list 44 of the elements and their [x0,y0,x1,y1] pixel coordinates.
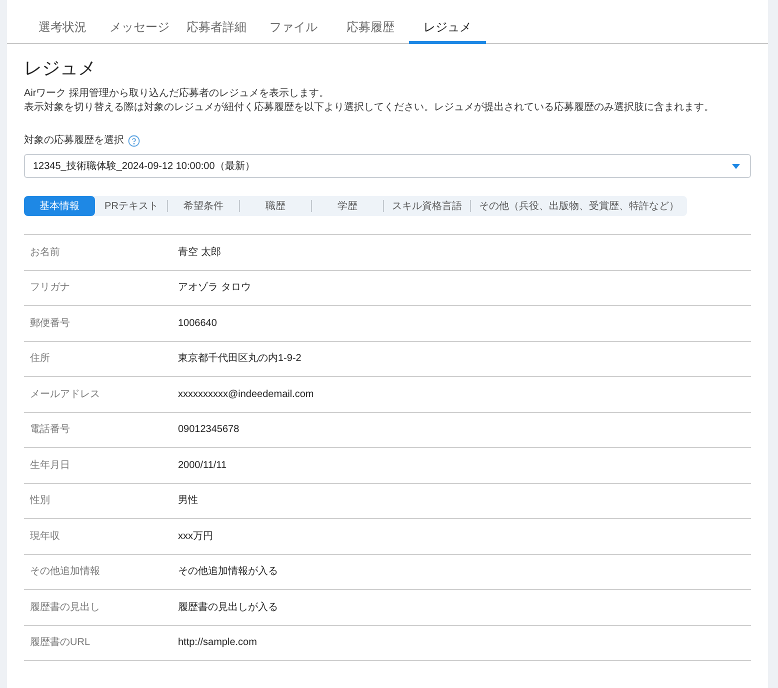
field-value: 2000/11/11 [178,458,227,473]
field-label: 現年収 [30,530,60,544]
section-tab[interactable]: スキル資格言語 [384,196,470,216]
field-value: その他追加情報が入る [178,564,278,580]
field-label: 電話番号 [30,422,70,438]
field-label: 生年月日 [30,458,70,473]
description-text: Airワーク 採用管理から取り込んだ応募者のレジュメを表示します。 [24,87,329,101]
dropdown-caret-icon [732,164,740,168]
section-tab[interactable]: その他（兵役、出版物、受賞歴、特許など） [471,196,687,216]
tab[interactable]: レジュメ [409,13,486,44]
field-value: xxx万円 [178,530,213,544]
section-tab[interactable]: PRテキスト [96,196,167,216]
section-tab[interactable]: 希望条件 [168,196,239,216]
section-tab[interactable]: 基本情報 [24,196,95,216]
tab[interactable]: 選考状況 [24,13,101,44]
tab[interactable]: メッセージ [101,13,178,44]
field-label: 郵便番号 [30,316,70,331]
tab[interactable]: 応募者詳細 [178,13,255,44]
field-value: xxxxxxxxxx@indeedemail.com [178,388,314,402]
field-label: 履歴書のURL [30,636,90,650]
field-value: 男性 [178,494,198,508]
field-value: アオゾラ タロウ [178,280,251,296]
field-label: メールアドレス [30,388,100,402]
field-label: お名前 [30,246,60,260]
tab[interactable]: 応募履歴 [332,13,409,44]
field-value: 青空 太郎 [178,246,221,260]
field-label: その他追加情報 [30,564,100,580]
help-icon[interactable] [128,135,140,147]
field-label: 性別 [30,494,50,508]
history-select[interactable]: 12345_技術職体験_2024-09-12 10:00:00（最新） [24,154,751,178]
tab[interactable]: ファイル [255,13,332,44]
field-value: 東京都千代田区丸の内1-9-2 [178,352,302,366]
page-title: レジュメ [24,57,96,80]
field-label: フリガナ [30,281,70,296]
field-label: 住所 [30,352,50,366]
select-label: 対象の応募履歴を選択 [24,134,124,148]
section-tab[interactable]: 職歴 [240,196,311,216]
field-value: 履歴書の見出しが入る [178,600,278,615]
description-text: 表示対象を切り替える際は対象のレジュメが紐付く応募履歴を以下より選択してください。レジュメが提出されている応募履歴のみ選択肢に含まれます。 [24,101,714,115]
field-value: http://sample.com [178,636,257,650]
field-value: 1006640 [178,316,217,331]
section-tab[interactable]: 学歴 [312,196,383,216]
field-label: 履歴書の見出し [30,600,100,615]
field-value: 09012345678 [178,423,240,438]
